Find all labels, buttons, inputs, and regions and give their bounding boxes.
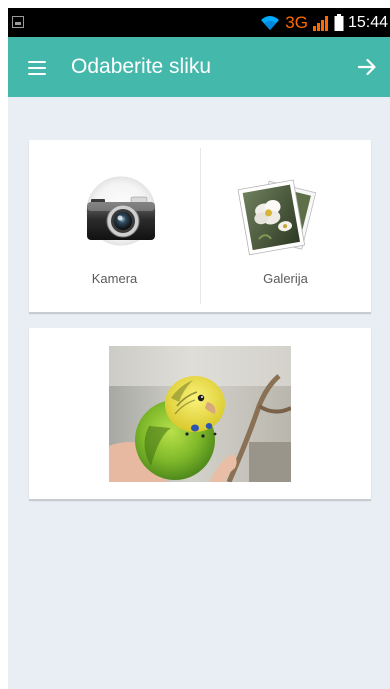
page-title: Odaberite sliku [71,55,212,78]
gallery-icon [237,179,317,256]
status-time: 15:44 [347,13,388,31]
camera-option[interactable]: Kamera [29,140,200,312]
app-bar: Odaberite sliku [8,37,390,97]
signal-icon [312,15,328,31]
status-icons: 3G 15:44 [259,8,388,37]
gallery-option[interactable]: Galerija [200,140,371,312]
network-type: 3G [285,13,308,32]
image-source-card: Kamera Galerija [29,140,371,313]
notification-image-icon [12,16,24,28]
camera-label: Kamera [91,271,138,286]
battery-icon [334,14,344,31]
phone-screen: 3G 15:44 Odaberite sliku Kamera Galerija [8,8,390,689]
gallery-label: Galerija [263,271,308,286]
arrow-forward-icon[interactable] [352,52,382,82]
status-bar: 3G 15:44 [8,8,390,37]
wifi-icon [261,15,280,30]
budgerigar-photo[interactable] [109,346,291,482]
menu-icon[interactable] [20,52,50,82]
image-preview-card [29,328,371,500]
camera-icon [86,176,156,246]
